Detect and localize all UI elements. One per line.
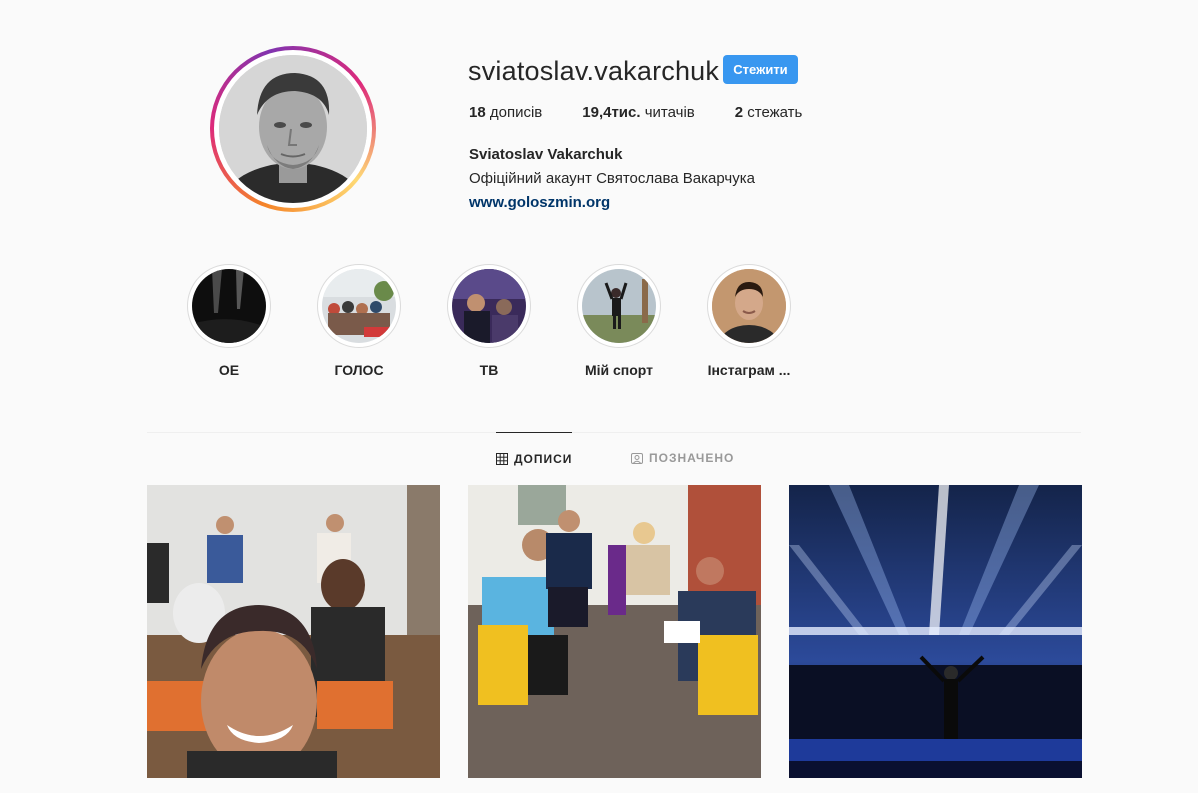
highlight-label: ТВ bbox=[479, 362, 499, 378]
followers-count-label: читачів bbox=[640, 104, 695, 121]
highlight-ring bbox=[317, 264, 401, 348]
highlight-sport[interactable]: Мій спорт bbox=[564, 264, 674, 378]
grid-icon bbox=[496, 453, 508, 465]
profile-bio: Офіційний акаунт Святослава Вакарчука bbox=[469, 170, 755, 187]
highlight-label: Мій спорт bbox=[584, 362, 654, 378]
highlight-label: ОЕ bbox=[218, 362, 240, 378]
highlight-instagram[interactable]: Інстаграм ... bbox=[694, 264, 804, 378]
profile-stats: 18 дописів 19,4тис. читачів 2 стежать bbox=[469, 104, 842, 121]
highlight-label: Інстаграм ... bbox=[707, 362, 791, 378]
highlight-label: ГОЛОС bbox=[334, 362, 384, 378]
highlight-golos[interactable]: ГОЛОС bbox=[304, 264, 414, 378]
posts-count-stat: 18 дописів bbox=[469, 104, 542, 121]
highlight-ring bbox=[707, 264, 791, 348]
tab-tagged-label: ПОЗНАЧЕНО bbox=[649, 451, 735, 465]
highlight-ring bbox=[577, 264, 661, 348]
highlight-ring bbox=[447, 264, 531, 348]
profile-website-link[interactable]: www.goloszmin.org bbox=[469, 194, 610, 211]
post-thumbnail[interactable] bbox=[789, 485, 1082, 778]
followers-count: 19,4тис. bbox=[582, 104, 641, 121]
highlight-cover-image bbox=[712, 269, 786, 343]
avatar-border bbox=[214, 50, 372, 208]
avatar bbox=[219, 55, 367, 203]
tab-posts-label: ДОПИСИ bbox=[514, 452, 573, 466]
highlight-cover-image bbox=[452, 269, 526, 343]
posts-count: 18 bbox=[469, 104, 486, 121]
highlight-cover-image bbox=[192, 269, 266, 343]
highlight-cover-image bbox=[582, 269, 656, 343]
posts-count-label: дописів bbox=[485, 104, 543, 121]
highlight-tv[interactable]: ТВ bbox=[434, 264, 544, 378]
profile-username: sviatoslav.vakarchuk bbox=[468, 56, 720, 86]
profile-avatar-ring[interactable] bbox=[210, 46, 376, 212]
followers-count-stat[interactable]: 19,4тис. читачів bbox=[582, 104, 694, 121]
highlight-cover-image bbox=[322, 269, 396, 343]
post-thumbnail[interactable] bbox=[468, 485, 761, 778]
highlight-ring bbox=[187, 264, 271, 348]
tab-tagged[interactable]: ПОЗНАЧЕНО bbox=[631, 432, 734, 484]
following-count-stat[interactable]: 2 стежать bbox=[735, 104, 803, 121]
post-thumbnail[interactable] bbox=[147, 485, 440, 778]
follow-button[interactable]: Стежити bbox=[723, 55, 798, 84]
following-count-label: стежать bbox=[743, 104, 803, 121]
profile-full-name: Sviatoslav Vakarchuk bbox=[469, 146, 623, 163]
following-count: 2 bbox=[734, 104, 744, 121]
tabs-divider bbox=[147, 432, 1081, 433]
tab-posts[interactable]: ДОПИСИ bbox=[496, 432, 572, 485]
highlight-oe[interactable]: ОЕ bbox=[174, 264, 284, 378]
tagged-icon bbox=[631, 452, 643, 464]
